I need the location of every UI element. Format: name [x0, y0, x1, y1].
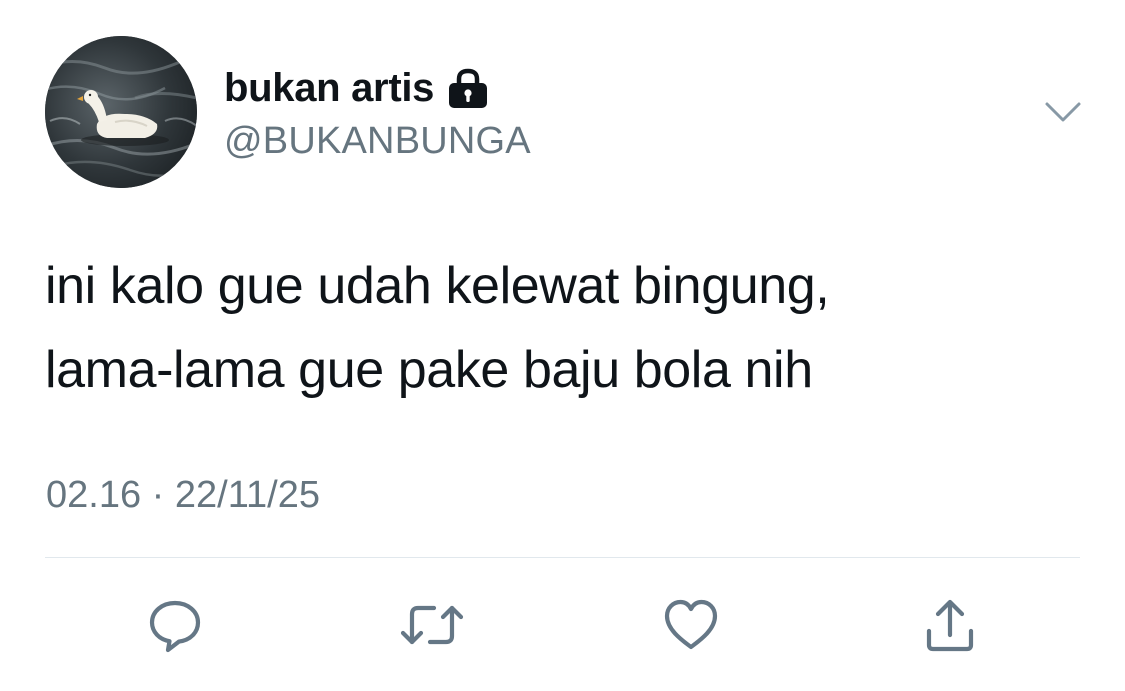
action-bar	[0, 590, 1125, 660]
reply-icon	[149, 600, 201, 653]
divider	[45, 557, 1080, 558]
duck-on-water-avatar	[45, 36, 197, 188]
heart-icon	[664, 599, 718, 650]
lock-icon	[446, 68, 490, 110]
tweet-time: 02.16	[46, 474, 142, 516]
like-button[interactable]	[656, 590, 726, 660]
tweet-date: 22/11/25	[174, 474, 320, 516]
retweet-icon	[400, 605, 464, 645]
chevron-down-icon[interactable]	[1043, 98, 1083, 126]
retweet-button[interactable]	[397, 590, 467, 660]
tweet-text-line: ini kalo gue udah kelewat bingung,	[45, 257, 830, 315]
reply-button[interactable]	[140, 590, 210, 660]
timestamp-separator: ·	[151, 474, 165, 516]
share-icon	[926, 599, 974, 652]
avatar[interactable]	[45, 36, 197, 188]
name-row: bukan artis	[224, 64, 490, 112]
timestamp[interactable]: 02.16 · 22/11/25	[46, 474, 320, 517]
tweet-text-line: lama-lama gue pake baju bola nih	[45, 341, 813, 399]
share-button[interactable]	[915, 590, 985, 660]
user-handle[interactable]: @BUKANBUNGA	[224, 120, 531, 163]
tweet-text: ini kalo gue udah kelewat bingung, lama-…	[45, 244, 1085, 412]
display-name[interactable]: bukan artis	[224, 66, 434, 111]
